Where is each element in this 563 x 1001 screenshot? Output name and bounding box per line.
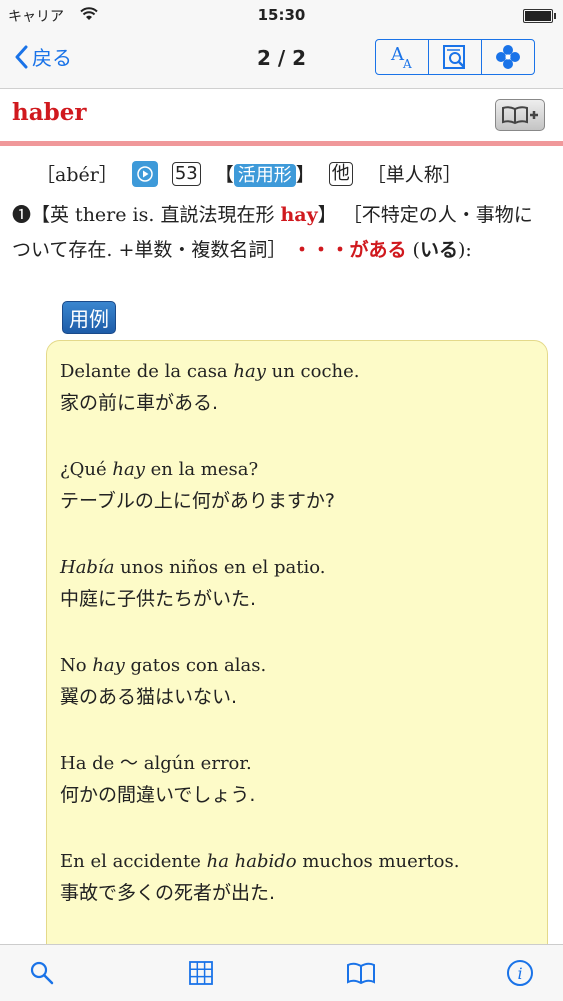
tab-bar: i [0, 944, 563, 1001]
add-to-wordbook-button[interactable] [495, 99, 545, 131]
clock: 15:30 [257, 6, 306, 24]
entry-meta: ［abér］ 53 【活用形】 他 ［単人称］ [36, 160, 462, 187]
example-text: muchos muertos. [296, 851, 460, 872]
example-spanish: En el accidente ha habido muchos muertos… [60, 847, 459, 877]
flower-icon [496, 45, 520, 69]
example-highlight: ha habido [206, 851, 297, 872]
sense-translation: ・・・がある [292, 239, 407, 261]
example-text: en la mesa? [144, 459, 259, 480]
example-highlight: hay [92, 655, 125, 676]
svg-text:i: i [517, 964, 522, 983]
example-japanese: テーブルの上に何がありますか? [60, 490, 335, 512]
font-size-icon: A A [390, 44, 412, 70]
example-spanish: Había unos niños en el patio. [60, 553, 325, 583]
example-text: Delante de la casa [60, 361, 234, 382]
example-highlight: Había [60, 557, 115, 578]
conjugation-group: 【活用形】 [215, 160, 315, 187]
pronunciation: ［abér］ [36, 164, 118, 186]
examples-box: Delante de la casa hay un coche. 家の前に車があ… [46, 340, 548, 982]
example-highlight: hay [112, 459, 145, 480]
battery-icon [523, 9, 556, 23]
book-plus-icon [502, 106, 538, 125]
bracket-open: 【 [214, 164, 234, 186]
info-icon: i [507, 960, 533, 986]
search-document-button[interactable] [429, 40, 482, 74]
sense-text: ( [406, 239, 420, 261]
search-icon [30, 961, 54, 985]
example-japanese: 事故で多くの死者が出た. [60, 882, 276, 904]
example-item: En el accidente ha habido muchos muertos… [60, 847, 459, 909]
book-icon [347, 962, 375, 985]
conjugation-number[interactable]: 53 [171, 161, 201, 186]
example-japanese: 何かの間違いでしょう. [60, 784, 256, 806]
sense-translation-alt: いる [419, 239, 458, 261]
sense-keyword: hay [280, 204, 318, 226]
example-spanish: No hay gatos con alas. [60, 651, 266, 681]
status-bar: キャリア 15:30 [0, 0, 563, 30]
example-spanish: Delante de la casa hay un coche. [60, 357, 360, 387]
transitive-badge: 他 [328, 161, 353, 186]
divider [0, 141, 563, 146]
example-text: gatos con alas. [124, 655, 267, 676]
grid-icon [189, 961, 213, 985]
navigation-bar: 戻る 2 / 2 A A [0, 30, 563, 89]
sense-text: ): [457, 239, 472, 261]
play-icon [137, 165, 153, 182]
example-text: No [60, 655, 93, 676]
tab-search[interactable] [26, 957, 58, 989]
bracket-close: 】 [295, 164, 315, 186]
example-text: En el accidente [60, 851, 207, 872]
example-item: No hay gatos con alas. 翼のある猫はいない. [60, 651, 266, 713]
conjugation-link[interactable]: 活用形 [233, 164, 296, 187]
example-japanese: 中庭に子供たちがいた. [60, 588, 257, 610]
tab-wordbook[interactable] [345, 957, 377, 989]
example-item: Ha de 〜 algún error. 何かの間違いでしょう. [60, 749, 255, 811]
example-item: Delante de la casa hay un coche. 家の前に車があ… [60, 357, 360, 419]
headword: haber [12, 99, 87, 126]
tab-info[interactable]: i [504, 957, 536, 989]
play-audio-button[interactable] [131, 160, 158, 187]
example-text: un coche. [265, 361, 360, 382]
example-spanish: Ha de 〜 algún error. [60, 749, 255, 779]
example-japanese: 家の前に車がある. [60, 392, 219, 414]
example-text: Ha de 〜 algún error. [60, 753, 252, 774]
examples-button[interactable]: 用例 [62, 301, 116, 334]
tab-grid[interactable] [185, 957, 217, 989]
font-size-button[interactable]: A A [376, 40, 429, 74]
sense-definition: ❶【英 there is. 直説法現在形 hay】 ［不特定の人・事物について存… [12, 198, 547, 268]
example-spanish: ¿Qué hay en la mesa? [60, 455, 335, 485]
example-text: ¿Qué [60, 459, 113, 480]
example-item: ¿Qué hay en la mesa? テーブルの上に何がありますか? [60, 455, 335, 517]
example-japanese: 翼のある猫はいない. [60, 686, 238, 708]
sense-number: ❶ [12, 204, 32, 226]
search-document-icon [443, 45, 465, 69]
headword-bar: haber [0, 89, 563, 141]
example-item: Había unos niños en el patio. 中庭に子供たちがいた… [60, 553, 325, 615]
example-text: unos niños en el patio. [114, 557, 326, 578]
toolbar-segmented-control: A A [375, 39, 535, 75]
flower-button[interactable] [482, 40, 534, 74]
sense-text: 【英 there is. 直説法現在形 [31, 204, 281, 226]
example-highlight: hay [233, 361, 266, 382]
svg-text:A: A [402, 57, 412, 70]
usage-note: ［単人称］ [366, 164, 462, 186]
